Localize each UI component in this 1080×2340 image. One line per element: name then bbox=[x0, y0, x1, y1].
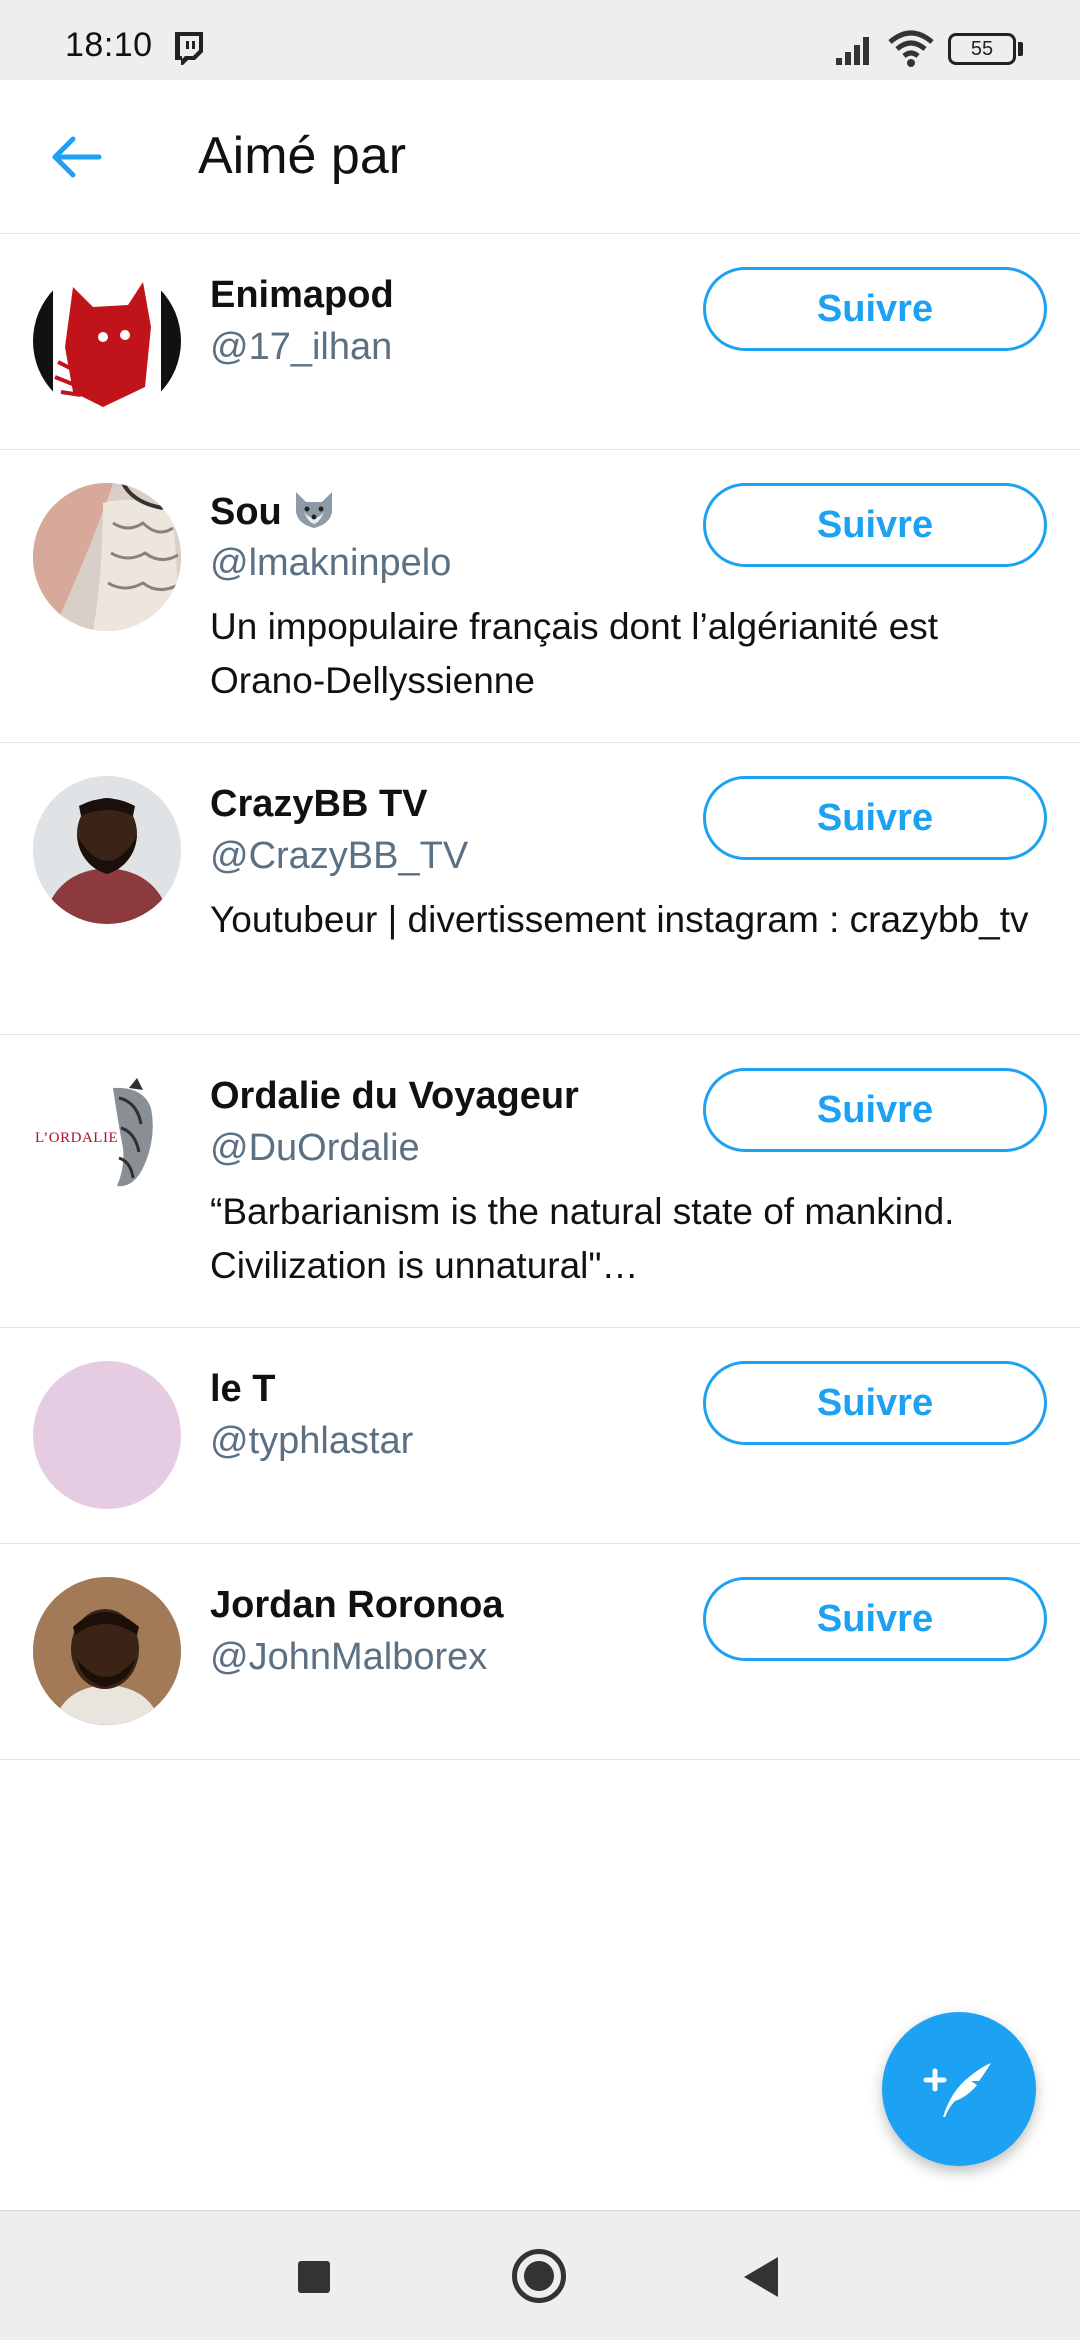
follow-button[interactable]: Suivre bbox=[703, 1068, 1047, 1152]
battery-icon: 55 bbox=[948, 33, 1016, 65]
user-handle: @17_ilhan bbox=[210, 326, 393, 368]
avatar[interactable] bbox=[33, 776, 181, 924]
ordalie-logo-text: L’ORDALIE bbox=[35, 1130, 119, 1146]
header: Aimé par bbox=[0, 80, 1080, 234]
battery-level: 55 bbox=[970, 38, 994, 60]
wolf-emoji-icon bbox=[295, 492, 332, 528]
home-icon[interactable] bbox=[512, 2249, 566, 2303]
user-row[interactable]: Jordan Roronoa @JohnMalborex Suivre bbox=[0, 1544, 1080, 1760]
follow-button[interactable]: Suivre bbox=[703, 1577, 1047, 1661]
user-name-text: Sou bbox=[210, 491, 282, 533]
wifi-icon bbox=[888, 30, 934, 67]
user-row[interactable]: CrazyBB TV @CrazyBB_TV Youtubeur | diver… bbox=[0, 743, 1080, 1035]
user-row[interactable]: Sou @lmakninpelo Un impopulaire français… bbox=[0, 450, 1080, 743]
compose-tweet-icon bbox=[923, 2063, 991, 2117]
user-name[interactable]: Ordalie du Voyageur bbox=[210, 1075, 579, 1118]
back-icon[interactable] bbox=[744, 2257, 778, 2297]
user-bio: Un impopulaire français dont l’algériani… bbox=[210, 606, 939, 701]
user-handle: @lmakninpelo bbox=[210, 542, 452, 584]
arrow-left-icon bbox=[52, 136, 102, 178]
user-name[interactable]: Sou bbox=[210, 490, 336, 534]
signal-icon bbox=[836, 37, 869, 65]
avatar[interactable]: L’ORDALIE bbox=[33, 1068, 181, 1216]
user-bio: Youtubeur | divertissement instagram : c… bbox=[210, 899, 1029, 940]
user-row[interactable]: Enimapod @17_ilhan Suivre bbox=[0, 234, 1080, 450]
user-handle: @CrazyBB_TV bbox=[210, 835, 469, 877]
user-name[interactable]: CrazyBB TV bbox=[210, 783, 428, 826]
status-time: 18:10 bbox=[65, 26, 153, 64]
follow-button[interactable]: Suivre bbox=[703, 483, 1047, 567]
user-handle: @typhlastar bbox=[210, 1420, 414, 1462]
avatar[interactable] bbox=[33, 267, 181, 415]
user-list: Enimapod @17_ilhan Suivre Sou @lmakninpe… bbox=[0, 234, 1080, 1760]
twitch-icon bbox=[175, 32, 203, 65]
avatar[interactable] bbox=[33, 483, 181, 631]
compose-tweet-button[interactable] bbox=[882, 2012, 1036, 2166]
avatar[interactable] bbox=[33, 1361, 181, 1509]
user-name[interactable]: Jordan Roronoa bbox=[210, 1584, 503, 1627]
follow-button[interactable]: Suivre bbox=[703, 267, 1047, 351]
recents-icon[interactable] bbox=[298, 2261, 330, 2293]
user-row[interactable]: le T @typhlastar Suivre bbox=[0, 1328, 1080, 1544]
back-button[interactable] bbox=[40, 120, 114, 194]
user-row[interactable]: L’ORDALIE Ordalie du Voyageur @DuOrdalie… bbox=[0, 1035, 1080, 1328]
follow-button[interactable]: Suivre bbox=[703, 776, 1047, 860]
user-handle: @JohnMalborex bbox=[210, 1636, 488, 1678]
page-title: Aimé par bbox=[198, 127, 407, 185]
user-handle: @DuOrdalie bbox=[210, 1127, 420, 1169]
user-name[interactable]: le T bbox=[210, 1368, 275, 1411]
user-bio: “Barbarianism is the natural state of ma… bbox=[210, 1191, 955, 1286]
follow-button[interactable]: Suivre bbox=[703, 1361, 1047, 1445]
status-bar: 18:10 55 bbox=[0, 0, 1080, 80]
battery-tip bbox=[1018, 42, 1023, 56]
avatar[interactable] bbox=[33, 1577, 181, 1725]
user-name[interactable]: Enimapod bbox=[210, 274, 394, 317]
system-nav-bar bbox=[0, 2210, 1080, 2340]
